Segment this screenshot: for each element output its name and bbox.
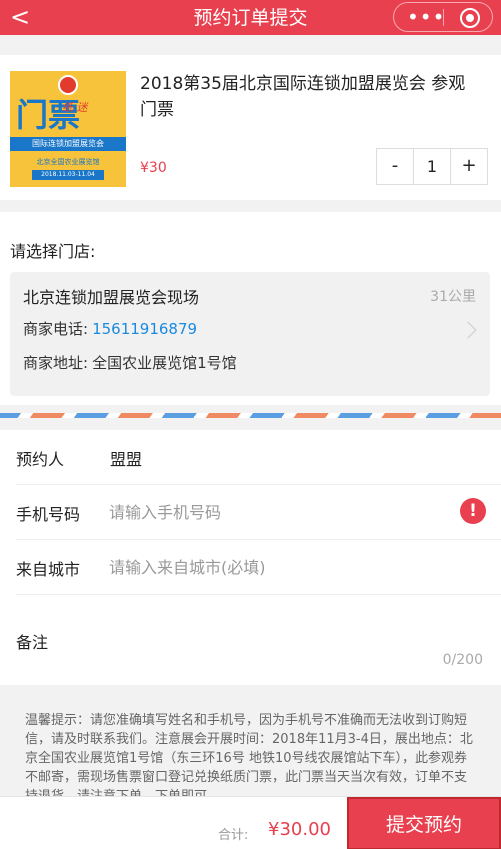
notes-char-count: 0/200 <box>442 652 483 668</box>
store-name: 北京连锁加盟展览会现场 <box>23 288 200 307</box>
total-label: 合计: <box>218 828 249 843</box>
booker-label: 预约人 <box>16 450 65 469</box>
close-target-icon[interactable] <box>460 8 480 28</box>
store-phone-link[interactable]: 15611916879 <box>92 320 197 338</box>
store-address-row: 商家地址: 全国农业展览馆1号馆 <box>23 352 237 373</box>
product-thumbnail: 门票 纸 迷 国际连锁加盟展览会 北京全国农业展览馆 2018.11.03-11… <box>10 71 126 187</box>
city-row: 来自城市 <box>16 540 501 595</box>
airmail-divider <box>0 413 501 418</box>
phone-input[interactable] <box>109 495 449 529</box>
phone-label: 手机号码 <box>16 505 81 524</box>
phone-row: 手机号码 ! <box>16 485 501 540</box>
thumbnail-band: 国际连锁加盟展览会 <box>10 137 126 151</box>
submit-booking-button[interactable]: 提交预约 <box>347 797 501 849</box>
notes-label: 备注 <box>16 633 49 652</box>
chevron-right-icon <box>459 321 477 339</box>
city-label: 来自城市 <box>16 560 81 579</box>
booking-form: 预约人 盟盟 手机号码 ! 来自城市 备注 0/200 <box>0 430 501 685</box>
navigation-bar: < 预约订单提交 ••• <box>0 0 501 35</box>
booker-row: 预约人 盟盟 <box>16 430 501 485</box>
store-section: 请选择门店: 北京连锁加盟展览会现场 31公里 商家电话: 15611916879… <box>0 212 501 405</box>
increase-button[interactable]: + <box>450 149 487 184</box>
notes-textarea[interactable] <box>94 622 474 652</box>
warning-icon: ! <box>460 498 486 524</box>
expo-logo-icon <box>58 75 78 95</box>
thumbnail-date: 2018.11.03-11.04 <box>32 170 104 180</box>
thumbnail-venue: 北京全国农业展览馆 <box>36 158 100 166</box>
store-address-label: 商家地址: <box>23 354 89 372</box>
total-amount: ¥30.00 <box>268 819 331 840</box>
booker-value[interactable]: 盟盟 <box>110 446 142 470</box>
store-card[interactable]: 北京连锁加盟展览会现场 31公里 商家电话: 15611916879 商家地址: 全… <box>10 272 490 396</box>
product-price: ¥30 <box>140 160 167 176</box>
product-card: 门票 纸 迷 国际连锁加盟展览会 北京全国农业展览馆 2018.11.03-11… <box>0 55 501 200</box>
store-address-value: 全国农业展览馆1号馆 <box>92 354 237 372</box>
quantity-stepper: - 1 + <box>376 148 488 185</box>
notice-text: 温馨提示：请您准确填写姓名和手机号，因为手机号不准确而无法收到订购短信，请及时联… <box>25 713 473 804</box>
thumbnail-handwriting: 纸 迷 <box>62 101 88 114</box>
capsule-divider <box>443 9 444 26</box>
store-phone-row: 商家电话: 15611916879 <box>23 318 197 339</box>
city-input[interactable] <box>109 550 449 584</box>
more-icon[interactable]: ••• <box>407 6 445 28</box>
store-phone-label: 商家电话: <box>23 320 89 338</box>
product-name: 2018第35届北京国际连锁加盟展览会 参观门票 <box>140 74 466 120</box>
decrease-button[interactable]: - <box>377 149 414 184</box>
mini-program-capsule: ••• <box>393 2 493 32</box>
store-section-label: 请选择门店: <box>10 242 96 261</box>
bottom-bar: 合计: ¥30.00 提交预约 <box>0 796 501 849</box>
quantity-value[interactable]: 1 <box>414 149 450 184</box>
store-distance: 31公里 <box>430 289 476 305</box>
